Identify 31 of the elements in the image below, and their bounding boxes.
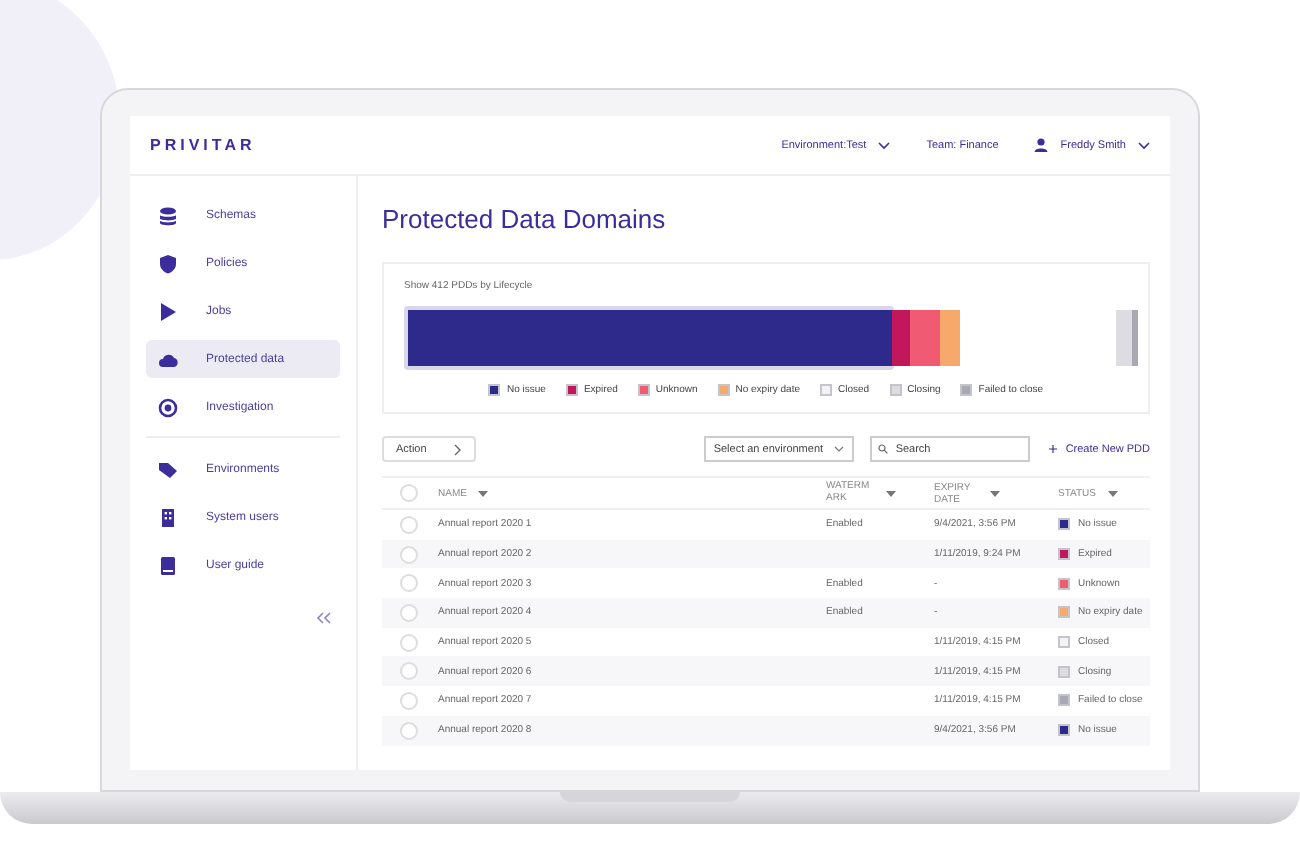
chevron-down-icon [1138,141,1150,149]
row-checkbox[interactable] [399,603,417,622]
chevron-down-icon [833,446,844,452]
chevron-right-icon [454,443,463,455]
select-all-checkbox[interactable] [399,484,417,502]
play-icon [161,302,176,320]
database-icon [160,206,176,225]
row-checkbox[interactable] [399,633,417,652]
user-icon [1034,138,1049,152]
shield-icon [160,254,176,273]
row-checkbox[interactable] [399,515,417,534]
target-icon [158,397,178,417]
row-checkbox[interactable] [399,662,417,681]
sort-icon[interactable] [886,489,896,497]
tags-icon [159,462,177,477]
row-checkbox[interactable] [399,691,417,710]
row-checkbox[interactable] [399,545,417,564]
logo: PRIVITAR [150,136,258,154]
chevron-down-icon [878,141,891,149]
cloud-icon [159,353,178,366]
sort-icon[interactable] [990,489,1000,497]
search-icon [877,444,888,454]
row-checkbox[interactable] [399,574,417,593]
sort-icon[interactable] [478,489,489,497]
building-icon [162,508,174,526]
sort-icon[interactable] [1107,489,1118,497]
collapse-icon[interactable] [316,612,332,624]
book-icon [161,556,175,574]
row-checkbox[interactable] [399,721,417,740]
plus-icon [1047,444,1058,454]
page-title: Protected Data Domains [382,204,668,234]
